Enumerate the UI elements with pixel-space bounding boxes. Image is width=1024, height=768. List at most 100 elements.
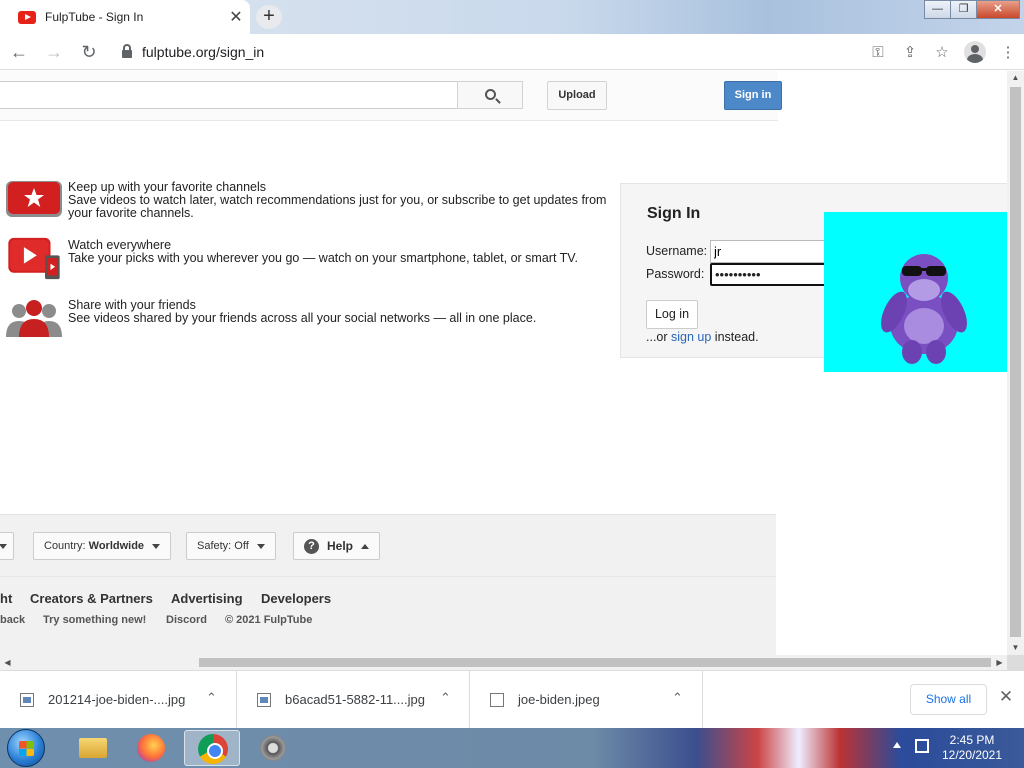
username-label: Username: [646,244,708,258]
network-icon[interactable] [915,739,929,753]
address-bar[interactable]: fulptube.org/sign_in [112,38,852,66]
download-item[interactable]: joe-biden.jpeg ⌃ [470,671,703,729]
browser-toolbar: ← → ↻ fulptube.org/sign_in ⚿ ⇪ ☆ ⋮ [0,34,1024,70]
upload-button[interactable]: Upload [547,81,607,110]
share-icon[interactable]: ⇪ [894,43,926,61]
footer-link-discord[interactable]: Discord [166,614,207,626]
maximize-button[interactable]: ❐ [950,0,977,19]
friends-icon [6,300,62,337]
purple-gorilla-sunglasses-icon [881,254,967,364]
chevron-up-icon[interactable]: ⌃ [672,690,683,706]
downloads-bar: 201214-joe-biden-....jpg ⌃ b6acad51-5882… [0,670,1024,729]
browser-tab[interactable]: FulpTube - Sign In ✕ [0,0,250,34]
username-field[interactable] [710,240,840,263]
feature-description: Take your picks with you wherever you go… [68,251,578,265]
browser-tabstrip: FulpTube - Sign In ✕ + — ❐ ✕ [0,0,1024,34]
devices-play-icon [8,237,60,280]
start-button[interactable] [7,729,45,767]
image-file-icon [257,693,271,707]
clock-date: 12/20/2021 [941,748,1003,762]
password-field[interactable]: •••••••••• [710,263,840,286]
tab-close-icon[interactable]: ✕ [222,7,250,27]
signin-heading: Sign In [647,205,701,222]
reload-button[interactable]: ↻ [73,36,105,68]
chevron-up-icon[interactable]: ⌃ [206,690,217,706]
help-button[interactable]: ? Help [293,532,381,560]
window-controls: — ❐ ✕ [924,0,1020,20]
scroll-right-arrow-icon[interactable]: ▶ [992,655,1007,670]
chevron-down-icon [152,543,161,549]
chevron-down-icon [0,543,7,549]
country-dropdown[interactable]: Country: Worldwide [33,532,172,560]
footer-link-developers[interactable]: Developers [261,591,331,606]
system-clock[interactable]: 2:45 PM 12/20/2021 [940,733,1004,763]
help-label: Help [327,539,354,553]
taskbar-chrome[interactable] [184,730,240,766]
profile-avatar[interactable] [964,41,986,63]
download-item[interactable]: 201214-joe-biden-....jpg ⌃ [0,671,237,729]
chrome-icon [198,734,228,764]
vertical-scrollbar[interactable]: ▲ ▼ [1007,71,1024,655]
fulptube-favicon-icon [18,10,36,24]
taskbar-explorer[interactable] [62,730,118,766]
clock-time: 2:45 PM [949,733,995,747]
horizontal-scroll-thumb[interactable] [199,658,991,667]
windows-taskbar: 2:45 PM 12/20/2021 [0,728,1024,768]
download-filename: 201214-joe-biden-....jpg [48,692,186,707]
image-file-icon [20,693,34,707]
page-viewport: Upload Sign in Keep up with your favorit… [0,71,1007,655]
language-dropdown[interactable] [0,532,14,560]
toolbar-actions: ⚿ ⇪ ☆ ⋮ [862,34,1024,70]
horizontal-scrollbar[interactable]: ◀ ▶ [0,655,1007,670]
footer-link-feedback[interactable]: back [0,614,25,626]
chevron-up-icon[interactable]: ⌃ [440,690,451,706]
feature-description: Save videos to watch later, watch recomm… [68,193,607,220]
forward-button[interactable]: → [38,36,70,68]
tv-star-icon [6,181,62,217]
url-text: fulptube.org/sign_in [142,44,265,60]
download-filename: joe-biden.jpeg [518,692,600,707]
bookmark-star-icon[interactable]: ☆ [926,43,958,61]
password-label: Password: [646,267,705,281]
search-button[interactable] [457,81,523,109]
feature-description: See videos shared by your friends across… [68,311,537,325]
signup-prompt: ...or sign up instead. [646,330,759,344]
back-button[interactable]: ← [3,36,35,68]
taskbar-media-player[interactable] [245,730,301,766]
window-close-button[interactable]: ✕ [976,0,1020,19]
chevron-up-icon [361,544,370,550]
close-downloads-icon[interactable]: ✕ [996,687,1016,707]
search-input[interactable] [0,81,458,109]
signup-link[interactable]: sign up [671,330,711,344]
scroll-up-arrow-icon[interactable]: ▲ [1007,71,1024,85]
signup-prefix: ...or [646,330,672,344]
film-reel-icon [260,735,286,761]
browser-menu-icon[interactable]: ⋮ [992,43,1024,61]
login-button[interactable]: Log in [646,300,698,329]
footer-links: ht Creators & Partners Advertising Devel… [0,576,776,655]
lock-icon[interactable] [122,44,132,58]
minimize-button[interactable]: — [924,0,951,19]
footer-link-creators[interactable]: Creators & Partners [30,591,153,606]
safety-dropdown[interactable]: Safety: Off [186,532,276,560]
scroll-down-arrow-icon[interactable]: ▼ [1007,641,1024,655]
scrollbar-corner [1007,655,1024,670]
download-item[interactable]: b6acad51-5882-11....jpg ⌃ [237,671,470,729]
taskbar-firefox[interactable] [123,730,179,766]
download-filename: b6acad51-5882-11....jpg [285,692,425,707]
footer-link-copyright[interactable]: ht [0,591,12,606]
country-value: Worldwide [88,540,145,552]
scroll-left-arrow-icon[interactable]: ◀ [0,655,15,670]
header-signin-button[interactable]: Sign in [724,81,782,110]
search-icon [485,89,496,100]
tab-title: FulpTube - Sign In [45,10,144,24]
vertical-scroll-thumb[interactable] [1010,87,1021,637]
password-key-icon[interactable]: ⚿ [862,44,894,61]
footer-link-advertising[interactable]: Advertising [171,591,243,606]
footer-link-try-new[interactable]: Try something new! [43,614,146,626]
country-prefix: Country: [44,540,89,552]
new-tab-button[interactable]: + [256,5,282,29]
show-all-downloads-button[interactable]: Show all [910,684,987,715]
folder-icon [79,738,107,758]
tray-expand-icon[interactable] [893,742,901,748]
